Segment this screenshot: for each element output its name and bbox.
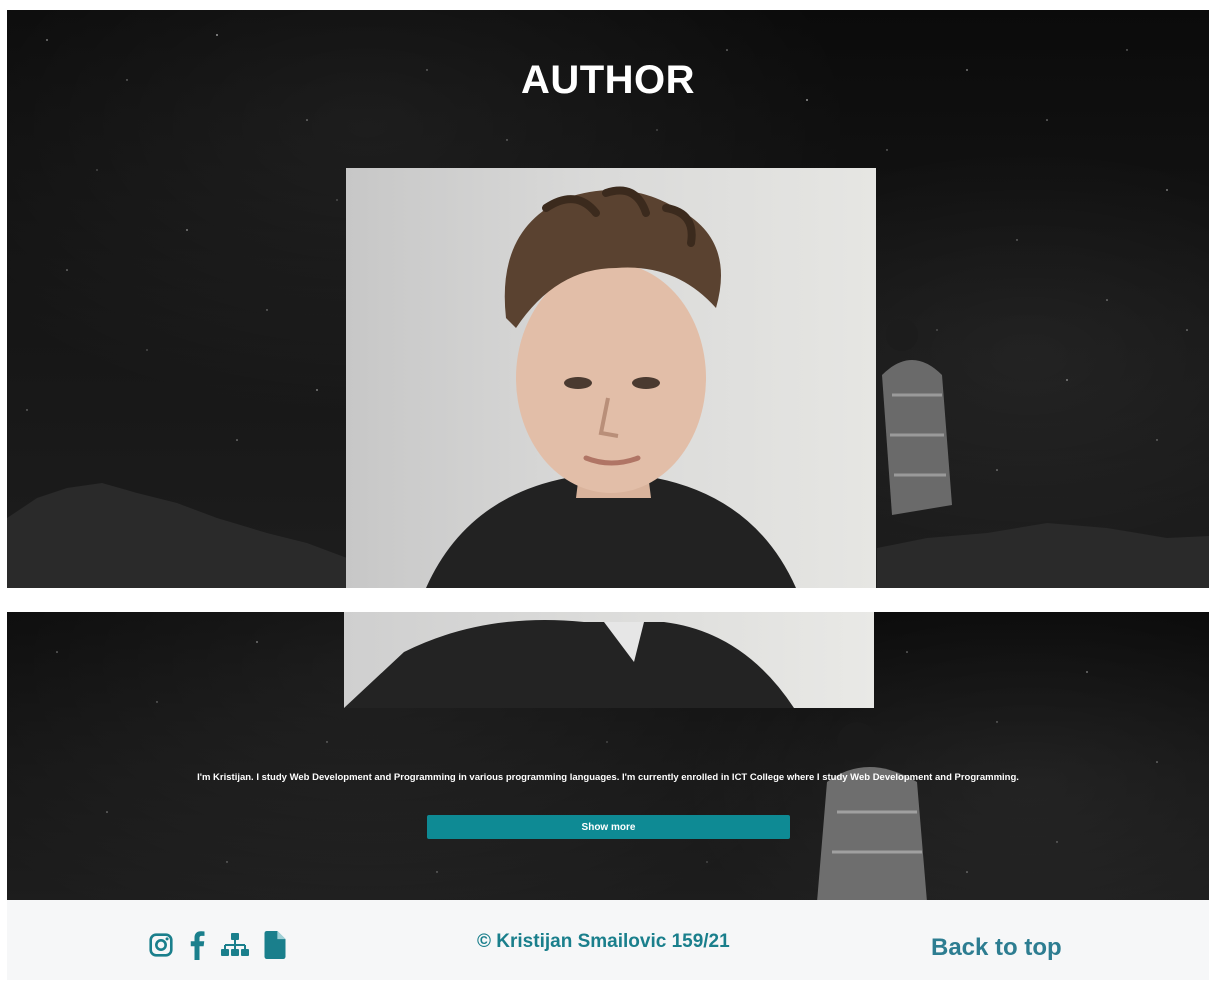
author-bio: I'm Kristijan. I study Web Development a… <box>197 772 1019 783</box>
hiker-illustration <box>817 722 927 900</box>
page-footer: © Kristijan Smailovic 159/21 Back to top <box>7 900 1209 980</box>
social-links <box>148 930 286 960</box>
document-icon[interactable] <box>264 931 286 959</box>
portrait-illustration <box>426 186 796 588</box>
sitemap-icon[interactable] <box>220 932 250 958</box>
back-to-top-link[interactable]: Back to top <box>931 934 1062 962</box>
show-more-button[interactable]: Show more <box>427 815 790 839</box>
copyright-symbol: © <box>477 931 491 952</box>
copyright-text: Kristijan Smailovic 159/21 <box>496 931 730 952</box>
author-photo <box>346 168 876 588</box>
copyright-notice: © Kristijan Smailovic 159/21 <box>477 931 730 953</box>
facebook-icon[interactable] <box>188 930 206 960</box>
author-photo-continued <box>344 612 874 708</box>
author-hero-bottom: I'm Kristijan. I study Web Development a… <box>7 612 1209 900</box>
portrait-illustration <box>344 620 794 708</box>
page-title: AUTHOR <box>520 58 696 102</box>
author-hero-top: AUTHOR <box>7 10 1209 588</box>
instagram-icon[interactable] <box>148 932 174 958</box>
hiker-illustration <box>882 319 952 515</box>
